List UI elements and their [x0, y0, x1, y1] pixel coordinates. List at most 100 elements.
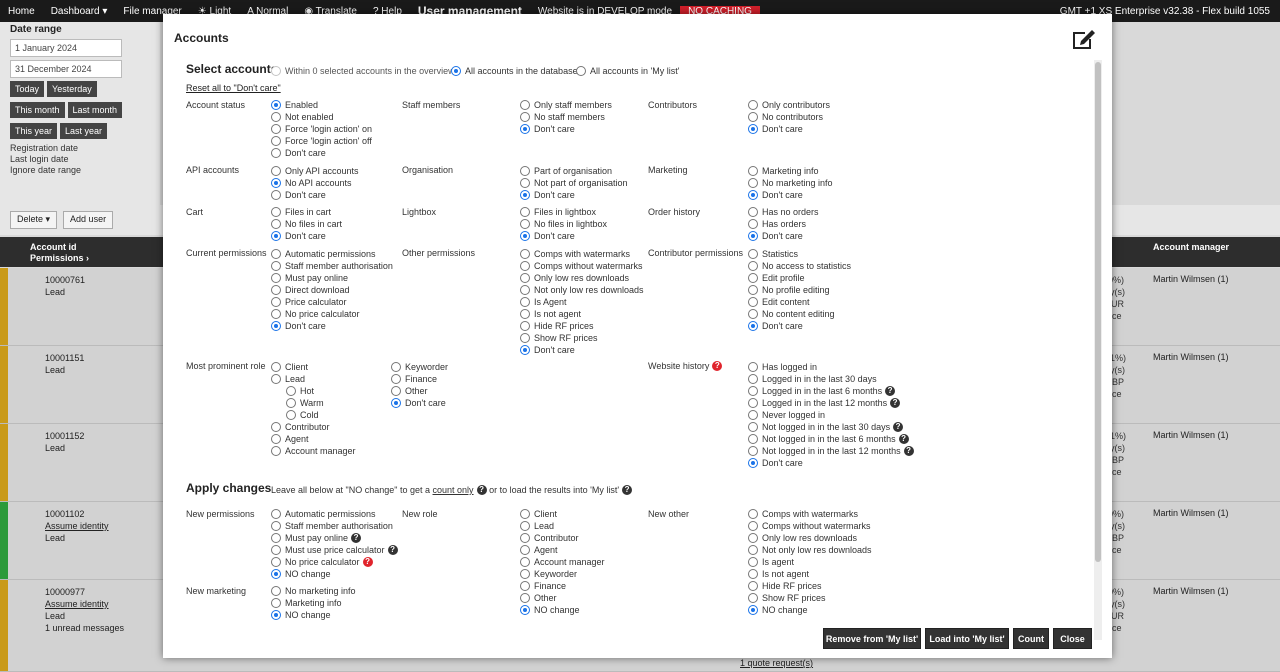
op-hide-rf-radio[interactable]: Hide RF prices: [520, 320, 594, 331]
role-finance-radio[interactable]: Finance: [391, 373, 437, 384]
staff-only-radio[interactable]: Only staff members: [520, 99, 612, 110]
status-dont-care-radio[interactable]: Don't care: [271, 147, 326, 158]
reset-all-link[interactable]: Reset all to "Don't care": [186, 83, 281, 93]
np-automatic-radio[interactable]: Automatic permissions: [271, 508, 376, 519]
no-comps-no-wm-radio[interactable]: Comps without watermarks: [748, 520, 871, 531]
status-not-enabled-radio[interactable]: Not enabled: [271, 111, 334, 122]
count-only-link[interactable]: count only: [433, 485, 474, 495]
cart-dont-care-radio[interactable]: Don't care: [271, 230, 326, 241]
ctp-no-content-radio[interactable]: No content editing: [748, 308, 835, 319]
staff-dont-care-radio[interactable]: Don't care: [520, 123, 575, 134]
no-not-low-res-radio[interactable]: Not only low res downloads: [748, 544, 872, 555]
org-dont-care-radio[interactable]: Don't care: [520, 189, 575, 200]
op-low-res-radio[interactable]: Only low res downloads: [520, 272, 629, 283]
registration-date-radio[interactable]: Registration date: [10, 143, 150, 153]
op-dont-care-radio[interactable]: Don't care: [520, 344, 575, 355]
nr-contributor-radio[interactable]: Contributor: [520, 532, 579, 543]
role-agent-radio[interactable]: Agent: [271, 433, 309, 444]
cp-must-pay-radio[interactable]: Must pay online: [271, 272, 348, 283]
ctp-statistics-radio[interactable]: Statistics: [748, 248, 798, 259]
help-icon[interactable]: ?: [898, 433, 909, 444]
no-no-change-radio[interactable]: NO change: [748, 604, 808, 615]
api-dont-care-radio[interactable]: Don't care: [271, 189, 326, 200]
np-no-change-radio[interactable]: NO change: [271, 568, 331, 579]
status-force-on-radio[interactable]: Force 'login action' on: [271, 123, 372, 134]
date-from-input[interactable]: 1 January 2024: [10, 39, 122, 57]
wh-12-months-radio[interactable]: Logged in in the last 12 months?: [748, 397, 901, 408]
oh-no-orders-radio[interactable]: Has no orders: [748, 206, 819, 217]
ctp-no-stats-radio[interactable]: No access to statistics: [748, 260, 851, 271]
last-year-button[interactable]: Last year: [60, 123, 108, 139]
help-icon[interactable]: ?: [712, 361, 723, 371]
role-dont-care-radio[interactable]: Don't care: [391, 397, 446, 408]
status-force-off-radio[interactable]: Force 'login action' off: [271, 135, 372, 146]
cp-automatic-radio[interactable]: Automatic permissions: [271, 248, 376, 259]
cart-no-files-radio[interactable]: No files in cart: [271, 218, 342, 229]
wh-dont-care-radio[interactable]: Don't care: [748, 457, 803, 468]
contrib-none-radio[interactable]: No contributors: [748, 111, 823, 122]
nr-finance-radio[interactable]: Finance: [520, 580, 566, 591]
header-account-id[interactable]: Account id Permissions ›: [30, 242, 89, 264]
mkt-no-info-radio[interactable]: No marketing info: [748, 177, 833, 188]
oh-has-orders-radio[interactable]: Has orders: [748, 218, 806, 229]
count-button[interactable]: Count: [1013, 628, 1049, 649]
scrollbar-thumb[interactable]: [1095, 62, 1101, 562]
no-show-rf-radio[interactable]: Show RF prices: [748, 592, 826, 603]
scope-mylist-radio[interactable]: All accounts in 'My list': [576, 65, 679, 76]
cp-dont-care-radio[interactable]: Don't care: [271, 320, 326, 331]
op-show-rf-radio[interactable]: Show RF prices: [520, 332, 598, 343]
role-other-radio[interactable]: Other: [391, 385, 428, 396]
nr-other-radio[interactable]: Other: [520, 592, 557, 603]
help-icon[interactable]: ?: [893, 421, 904, 432]
help-icon[interactable]: ?: [885, 385, 896, 396]
nr-lead-radio[interactable]: Lead: [520, 520, 554, 531]
lb-files-radio[interactable]: Files in lightbox: [520, 206, 596, 217]
this-year-button[interactable]: This year: [10, 123, 58, 139]
wh-not-6-months-radio[interactable]: Not logged in in the last 6 months?: [748, 433, 909, 444]
org-part-radio[interactable]: Part of organisation: [520, 165, 612, 176]
wh-6-months-radio[interactable]: Logged in in the last 6 months?: [748, 385, 896, 396]
org-not-part-radio[interactable]: Not part of organisation: [520, 177, 628, 188]
mkt-info-radio[interactable]: Marketing info: [748, 165, 819, 176]
nr-agent-radio[interactable]: Agent: [520, 544, 558, 555]
role-warm-radio[interactable]: Warm: [286, 397, 324, 408]
op-comps-wm-radio[interactable]: Comps with watermarks: [520, 248, 630, 259]
help-icon[interactable]: ?: [903, 445, 914, 456]
ctp-dont-care-radio[interactable]: Don't care: [748, 320, 803, 331]
wh-not-12-months-radio[interactable]: Not logged in in the last 12 months?: [748, 445, 914, 456]
no-not-agent-radio[interactable]: Is not agent: [748, 568, 809, 579]
role-cold-radio[interactable]: Cold: [286, 409, 319, 420]
nr-account-manager-radio[interactable]: Account manager: [520, 556, 605, 567]
staff-none-radio[interactable]: No staff members: [520, 111, 605, 122]
nr-client-radio[interactable]: Client: [520, 508, 557, 519]
nm-no-info-radio[interactable]: No marketing info: [271, 585, 356, 596]
role-keyworder-radio[interactable]: Keyworder: [391, 361, 448, 372]
this-month-button[interactable]: This month: [10, 102, 65, 118]
today-button[interactable]: Today: [10, 81, 45, 97]
np-staff-auth-radio[interactable]: Staff member authorisation: [271, 520, 393, 531]
role-client-radio[interactable]: Client: [271, 361, 308, 372]
op-is-agent-radio[interactable]: Is Agent: [520, 296, 567, 307]
cart-files-radio[interactable]: Files in cart: [271, 206, 331, 217]
nm-no-change-radio[interactable]: NO change: [271, 609, 331, 620]
last-month-button[interactable]: Last month: [67, 102, 123, 118]
no-low-res-radio[interactable]: Only low res downloads: [748, 532, 857, 543]
help-icon[interactable]: ?: [351, 532, 362, 543]
np-must-pay-radio[interactable]: Must pay online?: [271, 532, 362, 543]
no-comps-wm-radio[interactable]: Comps with watermarks: [748, 508, 858, 519]
op-not-agent-radio[interactable]: Is not agent: [520, 308, 581, 319]
help-icon[interactable]: ?: [362, 556, 373, 567]
role-contributor-radio[interactable]: Contributor: [271, 421, 330, 432]
np-must-use-calc-radio[interactable]: Must use price calculator?: [271, 544, 398, 555]
ignore-date-range-radio[interactable]: Ignore date range: [10, 165, 150, 175]
nav-dashboard[interactable]: Dashboard ▾: [43, 6, 116, 17]
delete-button[interactable]: Delete ▾: [10, 211, 58, 229]
op-not-low-res-radio[interactable]: Not only low res downloads: [520, 284, 644, 295]
np-no-calc-radio[interactable]: No price calculator?: [271, 556, 373, 567]
api-none-radio[interactable]: No API accounts: [271, 177, 352, 188]
ctp-edit-content-radio[interactable]: Edit content: [748, 296, 810, 307]
cp-staff-auth-radio[interactable]: Staff member authorisation: [271, 260, 393, 271]
lb-dont-care-radio[interactable]: Don't care: [520, 230, 575, 241]
nav-home[interactable]: Home: [0, 6, 43, 17]
ctp-edit-profile-radio[interactable]: Edit profile: [748, 272, 805, 283]
